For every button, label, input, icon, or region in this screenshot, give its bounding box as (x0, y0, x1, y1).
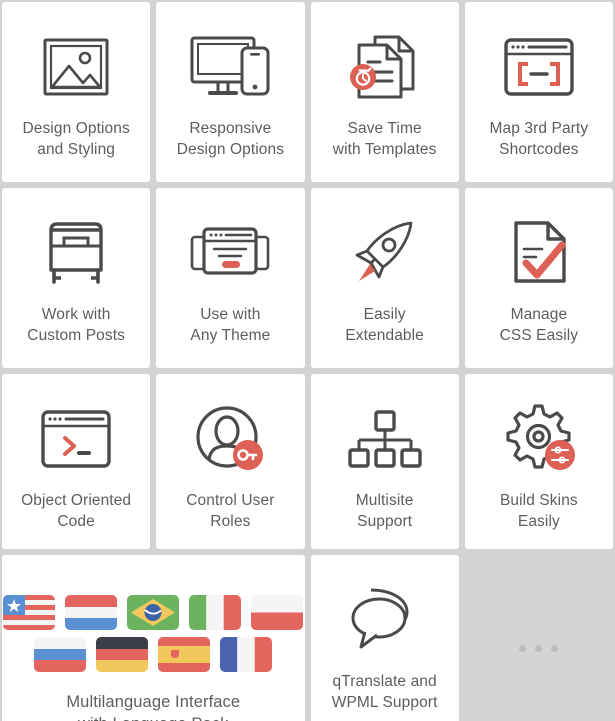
stacked-windows-icon (188, 210, 272, 296)
feature-label: Design Options and Styling (22, 120, 130, 159)
united-states-flag (3, 594, 56, 630)
feature-label: qTranslate and WPML Support (331, 673, 438, 712)
user-key-icon (193, 396, 267, 482)
feature-label: Easily Extendable (345, 306, 424, 345)
gear-sliders-icon (501, 396, 577, 482)
drawer-box-icon (39, 210, 113, 296)
feature-label: Work with Custom Posts (27, 306, 125, 345)
germany-flag (96, 636, 149, 672)
feature-card-design-options[interactable]: Design Options and Styling (2, 2, 151, 182)
feature-grid: Design Options and Styling Responsive De… (0, 0, 615, 721)
document-checkmark-icon (506, 210, 572, 296)
feature-label: Object Oriented Code (21, 492, 132, 531)
feature-label: Control User Roles (186, 492, 275, 531)
speech-bubbles-icon (349, 577, 421, 663)
feature-card-qtranslate-wpml[interactable]: qTranslate and WPML Support (310, 555, 459, 721)
feature-label: Build Skins Easily (499, 492, 578, 531)
flags-icon (3, 585, 304, 677)
flag-row-2 (34, 636, 273, 672)
feature-card-object-oriented-code[interactable]: Object Oriented Code (2, 374, 151, 549)
image-picture-icon (41, 24, 111, 110)
monitor-mobile-icon (188, 24, 272, 110)
brazil-flag (127, 594, 180, 630)
documents-stopwatch-icon (347, 24, 423, 110)
feature-card-multilanguage[interactable]: Multilanguage Interface with Language Pa… (2, 555, 305, 721)
feature-card-save-time-templates[interactable]: Save Time with Templates (310, 2, 459, 182)
more-features-placeholder (465, 555, 613, 721)
feature-card-manage-css[interactable]: Manage CSS Easily (464, 188, 613, 368)
feature-card-multisite-support[interactable]: Multisite Support (310, 374, 459, 549)
feature-card-control-user-roles[interactable]: Control User Roles (156, 374, 305, 549)
feature-card-custom-posts[interactable]: Work with Custom Posts (2, 188, 151, 368)
feature-card-build-skins[interactable]: Build Skins Easily (464, 374, 613, 549)
feature-label: Map 3rd Party Shortcodes (489, 120, 589, 159)
feature-card-easily-extendable[interactable]: Easily Extendable (310, 188, 459, 368)
rocket-icon (349, 210, 421, 296)
feature-label: Responsive Design Options (176, 120, 285, 159)
feature-label: Manage CSS Easily (499, 306, 579, 345)
browser-brackets-icon (502, 24, 576, 110)
spain-flag (158, 636, 211, 672)
feature-card-map-shortcodes[interactable]: Map 3rd Party Shortcodes (464, 2, 613, 182)
russia-flag (34, 636, 87, 672)
italy-flag (189, 594, 242, 630)
feature-label: Multilanguage Interface with Language Pa… (66, 693, 241, 721)
feature-label: Multisite Support (355, 492, 414, 531)
feature-card-responsive-design[interactable]: Responsive Design Options (156, 2, 305, 182)
sitemap-icon (345, 396, 425, 482)
feature-label: Save Time with Templates (332, 120, 437, 159)
france-flag (220, 636, 273, 672)
netherlands-flag (65, 594, 118, 630)
flag-row-1 (3, 594, 304, 630)
terminal-prompt-icon (39, 396, 113, 482)
poland-flag (251, 594, 304, 630)
ellipsis-icon (519, 644, 559, 652)
feature-label: Use with Any Theme (190, 306, 271, 345)
feature-card-any-theme[interactable]: Use with Any Theme (156, 188, 305, 368)
